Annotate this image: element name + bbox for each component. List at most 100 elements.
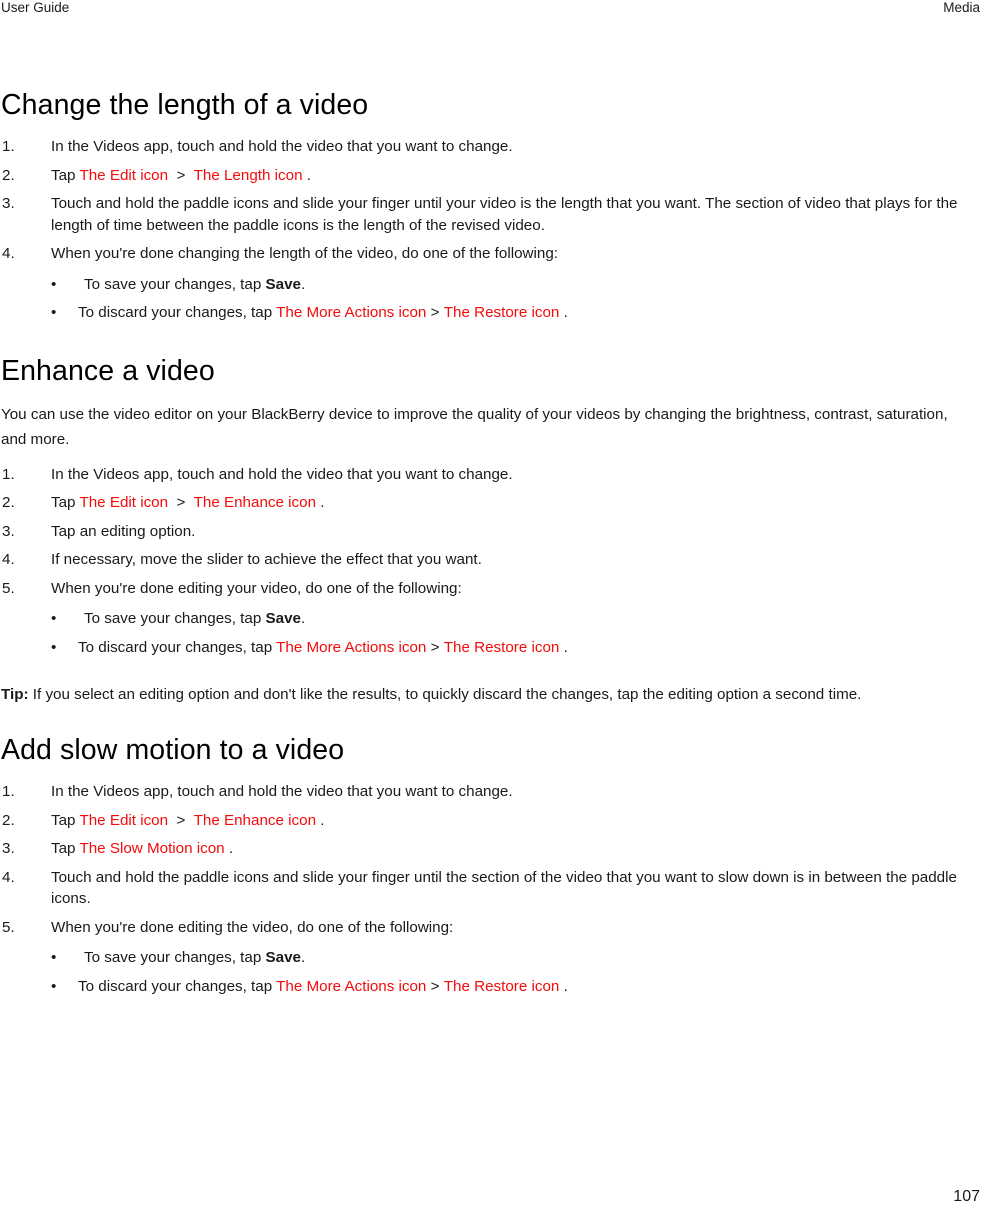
bullet-text-prefix: To discard your changes, tap [78, 977, 277, 995]
bullet-dot: • [51, 977, 57, 995]
length-icon-reference: The Length icon [193, 166, 303, 184]
steps-list: 1. In the Videos app, touch and hold the… [1, 464, 977, 659]
list-item: • To discard your changes, tap The More … [51, 976, 977, 998]
step-text: In the Videos app, touch and hold the vi… [51, 783, 513, 800]
document-page: User Guide Media Change the length of a … [0, 0, 982, 1213]
document-content: Change the length of a video 1. In the V… [1, 88, 977, 999]
step-number: 3. [2, 522, 15, 540]
step-number: 2. [2, 166, 15, 184]
step-number: 5. [2, 579, 15, 597]
list-item: • To save your changes, tap Save. [51, 947, 977, 969]
list-item: • To discard your changes, tap The More … [51, 637, 977, 659]
bullet-dot: • [51, 638, 57, 656]
enhance-icon-reference: The Enhance icon [193, 811, 317, 829]
edit-icon-reference: The Edit icon [79, 494, 169, 511]
bullet-dot: • [51, 610, 57, 627]
sub-bullet-list: • To save your changes, tap Save. • To d… [51, 274, 977, 324]
tip-paragraph: Tip: If you select an editing option and… [1, 682, 977, 707]
section-slow-motion: Add slow motion to a video 1. In the Vid… [1, 733, 977, 997]
step-text-prefix: Tap [51, 811, 80, 829]
bullet-text-prefix: To save your changes, tap [84, 275, 266, 293]
step-text: Touch and hold the paddle icons and slid… [51, 868, 957, 908]
bullet-text-prefix: To discard your changes, tap [78, 304, 277, 321]
step-separator: > [430, 638, 440, 656]
edit-icon-reference: The Edit icon [79, 166, 169, 184]
save-label: Save [265, 610, 301, 627]
list-item: 3. Tap The Slow Motion icon . [1, 838, 977, 860]
list-item: 4. Touch and hold the paddle icons and s… [1, 867, 977, 910]
bullet-text-suffix: . [563, 638, 568, 656]
list-item: • To save your changes, tap Save. [51, 274, 977, 296]
bullet-text-suffix: . [301, 275, 306, 293]
page-title: Add slow motion to a video [1, 734, 345, 766]
page-title: Change the length of a video [1, 89, 369, 121]
list-item: 2. Tap The Edit icon > The Length icon . [1, 165, 977, 187]
step-text: When you're done editing the video, do o… [51, 918, 454, 936]
step-number: 4. [2, 245, 15, 262]
page-title: Enhance a video [1, 354, 215, 387]
step-number: 1. [2, 465, 15, 483]
save-label: Save [265, 275, 301, 293]
step-text-prefix: Tap [51, 840, 80, 857]
step-separator: > [430, 977, 440, 995]
enhance-icon-reference: The Enhance icon [193, 494, 317, 511]
list-item: 2. Tap The Edit icon > The Enhance icon … [1, 492, 977, 514]
restore-icon-reference: The Restore icon [443, 638, 560, 656]
step-number: 2. [2, 811, 15, 829]
running-header-right: Media [943, 0, 980, 15]
tip-text: If you select an editing option and don'… [28, 686, 862, 703]
step-text: Tap an editing option. [51, 522, 196, 540]
step-text-suffix: . [306, 166, 311, 184]
list-item: 3. Tap an editing option. [1, 521, 977, 543]
bullet-text-suffix: . [301, 949, 306, 966]
step-text: In the Videos app, touch and hold the vi… [51, 138, 513, 155]
steps-list: 1. In the Videos app, touch and hold the… [1, 781, 977, 997]
step-number: 3. [2, 840, 15, 857]
list-item: 2. Tap The Edit icon > The Enhance icon … [1, 810, 977, 832]
bullet-text-suffix: . [301, 610, 306, 627]
step-number: 3. [2, 195, 15, 212]
section-intro: You can use the video editor on your Bla… [1, 405, 948, 448]
list-item: 5. When you're done editing the video, d… [1, 917, 977, 998]
slow-motion-icon-reference: The Slow Motion icon [79, 840, 225, 857]
bullet-text-prefix: To discard your changes, tap [78, 638, 277, 656]
step-text: In the Videos app, touch and hold the vi… [51, 465, 513, 483]
section-enhance-video: Enhance a video You can use the video ed… [1, 354, 977, 708]
step-text-prefix: Tap [51, 494, 80, 511]
edit-icon-reference: The Edit icon [79, 811, 169, 829]
bullet-text-prefix: To save your changes, tap [84, 610, 266, 627]
more-actions-icon-reference: The More Actions icon [276, 304, 427, 321]
list-item: • To save your changes, tap Save. [51, 608, 977, 630]
more-actions-icon-reference: The More Actions icon [276, 977, 427, 995]
step-text: If necessary, move the slider to achieve… [51, 551, 482, 568]
step-text: When you're done editing your video, do … [51, 579, 462, 597]
bullet-text-suffix: . [563, 977, 568, 995]
list-item: 4. If necessary, move the slider to achi… [1, 549, 977, 571]
restore-icon-reference: The Restore icon [443, 977, 560, 995]
step-number: 4. [2, 868, 15, 886]
list-item: • To discard your changes, tap The More … [51, 302, 977, 324]
sub-bullet-list: • To save your changes, tap Save. • To d… [51, 608, 977, 658]
step-text-prefix: Tap [51, 166, 80, 184]
sub-bullet-list: • To save your changes, tap Save. • To d… [51, 947, 977, 997]
restore-icon-reference: The Restore icon [443, 304, 560, 321]
tip-label: Tip: [1, 686, 29, 703]
step-number: 4. [2, 551, 15, 568]
step-text: When you're done changing the length of … [51, 245, 558, 262]
list-item: 1. In the Videos app, touch and hold the… [1, 781, 977, 803]
step-number: 1. [2, 783, 15, 800]
step-text: Touch and hold the paddle icons and slid… [51, 195, 958, 234]
list-item: 4. When you're done changing the length … [1, 243, 977, 324]
list-item: 1. In the Videos app, touch and hold the… [1, 464, 977, 486]
step-text-suffix: . [228, 840, 234, 857]
bullet-dot: • [51, 304, 57, 321]
bullet-dot: • [51, 275, 57, 293]
step-number: 1. [2, 138, 15, 155]
bullet-text-suffix: . [563, 304, 568, 321]
running-header-left: User Guide [1, 0, 70, 15]
section-change-length: Change the length of a video 1. In the V… [1, 88, 977, 324]
step-number: 5. [2, 918, 15, 936]
step-separator: > [430, 304, 440, 321]
page-number: 107 [953, 1188, 980, 1205]
running-header: User Guide Media [0, 0, 982, 22]
